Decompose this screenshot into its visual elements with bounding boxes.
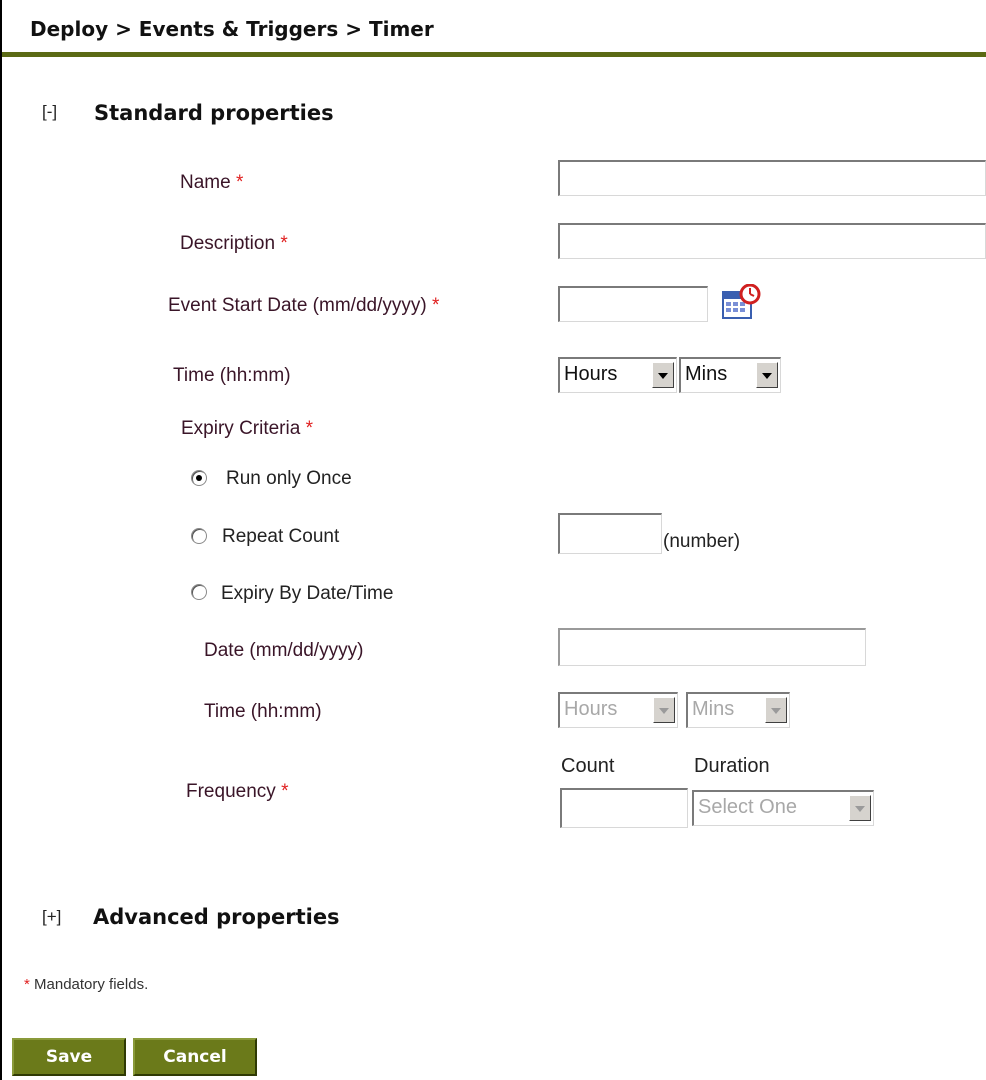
repeat-count-input[interactable] [558, 513, 662, 554]
expiry-hours-select[interactable]: Hours [558, 692, 678, 728]
expiry-date-radio[interactable] [191, 584, 207, 600]
number-hint: (number) [663, 531, 741, 552]
time-label: Time (hh:mm) [173, 365, 291, 386]
standard-section-title: Standard properties [94, 101, 334, 125]
standard-collapse-toggle[interactable]: [-] [42, 102, 57, 122]
description-label: Description * [180, 233, 288, 254]
expiry-date-label: Expiry By Date/Time [221, 583, 394, 604]
run-once-label: Run only Once [226, 468, 352, 489]
expiry-date-input[interactable] [558, 628, 866, 666]
expiry-mins-select[interactable]: Mins [686, 692, 790, 728]
expiry-criteria-label: Expiry Criteria * [181, 418, 313, 439]
chevron-down-icon [765, 697, 787, 723]
description-input[interactable] [558, 223, 986, 259]
chevron-down-icon [653, 697, 675, 723]
breadcrumb: Deploy > Events & Triggers > Timer [30, 17, 434, 41]
cancel-button[interactable]: Cancel [133, 1038, 257, 1076]
advanced-expand-toggle[interactable]: [+] [42, 907, 61, 927]
name-label: Name * [180, 172, 244, 193]
hours-select[interactable]: Hours [558, 357, 677, 393]
duration-header: Duration [694, 755, 770, 777]
calendar-icon[interactable] [721, 284, 761, 322]
start-date-input[interactable] [558, 286, 708, 322]
run-once-radio[interactable] [191, 470, 207, 486]
repeat-count-label: Repeat Count [222, 526, 340, 547]
duration-select[interactable]: Select One [692, 790, 874, 826]
count-header: Count [561, 755, 615, 777]
name-input[interactable] [558, 160, 986, 196]
frequency-label: Frequency * [186, 781, 289, 802]
save-button[interactable]: Save [12, 1038, 126, 1076]
chevron-down-icon [652, 362, 674, 388]
chevron-down-icon [756, 362, 778, 388]
advanced-section-title: Advanced properties [93, 905, 340, 929]
chevron-down-icon [849, 795, 871, 821]
left-border [0, 0, 2, 1080]
repeat-count-radio[interactable] [191, 528, 207, 544]
mandatory-footnote: * Mandatory fields. [24, 976, 149, 993]
start-date-label: Event Start Date (mm/dd/yyyy) * [168, 295, 440, 316]
mins-select[interactable]: Mins [679, 357, 781, 393]
expiry-date-field-label: Date (mm/dd/yyyy) [204, 640, 364, 661]
header-divider [2, 52, 986, 57]
frequency-count-input[interactable] [560, 788, 688, 828]
expiry-time-label: Time (hh:mm) [204, 701, 322, 722]
